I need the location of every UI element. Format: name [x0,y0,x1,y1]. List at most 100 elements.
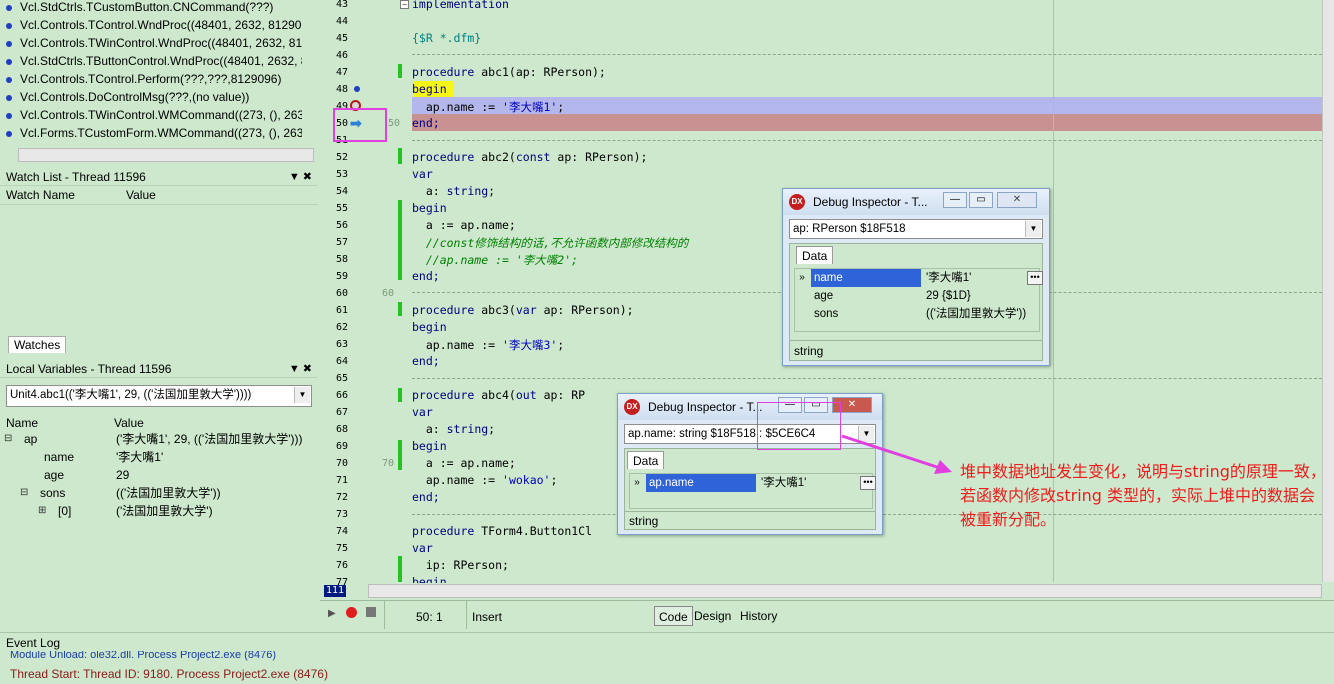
code-line-49: ap.name := '李大嘴1'; [412,100,565,114]
line-number: 44 [335,16,348,27]
line-number: 67 [335,407,348,418]
inspector-title-bar[interactable]: DX Debug Inspector - T... — ▭ ✕ [618,394,882,420]
fold-toggle-icon[interactable]: − [400,0,409,9]
local-var-row[interactable]: ⊟ sons (('法国加里敦大学')) [0,484,318,502]
local-var-value: '李大嘴1' [116,450,164,464]
local-vars-title: Local Variables - Thread 11596 ▼ ✖ [0,360,318,378]
annotation-text: 堆中数据地址发生变化，说明与string的原理一致，若函数内修改string 类… [960,462,1326,529]
event-log-title: Event Log [6,636,61,650]
inspector-title-bar[interactable]: DX Debug Inspector - T... — ▭ ✕ [783,189,1049,215]
close-button[interactable]: ✕ [997,192,1037,208]
annotation-arrow-icon [841,434,952,474]
inspector-field-name: sons [814,308,839,320]
ellipsis-button[interactable]: ••• [1027,271,1043,285]
pin-close-icons[interactable]: ▼ ✖ [289,168,312,186]
inspector-row[interactable]: name '李大嘴1' [811,269,1025,287]
gutter-mark-70: 70 [382,458,395,469]
line-number: 54 [335,186,348,197]
code-line-70: a := ap.name; [412,456,516,470]
stop-icon[interactable] [366,607,376,617]
code-line-55: begin [412,201,447,215]
maximize-button[interactable]: ▭ [969,192,993,208]
tab-data[interactable]: Data [627,451,665,469]
line-number: 58 [335,254,348,265]
local-vars-frame-select[interactable]: Unit4.abc1(('李大嘴1', 29, (('法国加里敦大学')))) … [6,385,312,407]
code-line-68: a: string; [412,422,496,436]
line-number: 57 [335,237,348,248]
local-var-name: [0] [58,504,72,518]
tab-design[interactable]: Design [690,606,735,626]
tab-history[interactable]: History [736,606,781,626]
inspector-field-value: 29 {$1D} [926,290,971,302]
tree-expander-icon[interactable]: ⊟ [20,484,28,502]
inspector-expression-select[interactable]: ap: RPerson $18F518 ▼ [789,219,1043,239]
editor-hscrollbar[interactable] [368,584,1322,598]
call-stack-item-label: Vcl.Controls.DoControlMsg(???,(no value)… [20,90,250,104]
code-line-43: implementation [412,0,509,11]
code-line-67: var [412,405,433,419]
line-number: 46 [335,50,348,61]
local-var-value: (('法国加里敦大学')) [116,486,221,500]
stack-frame-dot-icon [6,130,12,137]
inspector-row[interactable]: sons (('法国加里敦大学')) [811,305,1026,323]
local-var-row[interactable]: name '李大嘴1' [0,448,318,466]
call-stack-item[interactable]: Vcl.Controls.TWinControl.WMCommand((273,… [6,106,302,124]
debug-inspector-window-1: DX Debug Inspector - T... — ▭ ✕ ap: RPer… [782,188,1050,366]
dx-logo-icon: DX [624,399,640,415]
tab-watches[interactable]: Watches [8,336,67,353]
code-line-58: //ap.name := '李大嘴2'; [412,253,579,267]
local-var-row[interactable]: ⊞ [0] ('法国加里敦大学') [0,502,318,520]
line-number: 45 [335,33,348,44]
inspector-row[interactable]: ap.name '李大嘴1' [646,474,860,492]
call-stack-item[interactable]: Vcl.Controls.TWinControl.WndProc((48401,… [6,34,302,52]
line-number: 74 [335,526,348,537]
breakpoint-dot-icon[interactable] [354,86,360,92]
pin-close-icons[interactable]: ▼ ✖ [289,360,312,378]
code-line-57: //const修饰结构的话,不允许函数内部修改结构的 [412,236,689,250]
chevron-down-icon[interactable]: ▼ [1025,221,1041,237]
code-line-50: end; [412,116,440,130]
local-var-row[interactable]: ⊟ ap ('李大嘴1', 29, (('法国加里敦大学'))) [0,430,318,448]
minimize-button[interactable]: — [943,192,967,208]
call-stack-item[interactable]: Vcl.StdCtrls.TButtonControl.WndProc((484… [6,52,302,70]
code-line-63: ap.name := '李大嘴3'; [412,338,565,352]
play-icon[interactable]: ▶ [328,608,336,619]
breakpoint-line-highlight [412,114,1322,131]
call-stack-item[interactable]: Vcl.Forms.TCustomForm.WMCommand((273, ()… [6,124,302,142]
chevron-down-icon[interactable]: ▼ [294,387,310,403]
call-stack-item-label: Vcl.Controls.TControl.Perform(???,???,81… [20,72,282,86]
call-stack-scrollbar[interactable] [18,148,314,162]
local-var-value: ('李大嘴1', 29, (('法国加里敦大学'))) [116,432,303,446]
stack-frame-dot-icon [6,112,12,119]
line-number: 68 [335,424,348,435]
code-line-75: var [412,541,433,555]
locals-col-value: Value [114,416,144,430]
insert-mode: Insert [472,610,503,624]
call-stack-item[interactable]: Vcl.StdCtrls.TCustomButton.CNCommand(???… [6,0,302,16]
call-stack-item[interactable]: Vcl.Controls.DoControlMsg(???,(no value)… [6,88,302,106]
stack-frame-dot-icon [6,22,12,29]
inspector-row[interactable]: age 29 {$1D} [811,287,1025,305]
call-stack-item[interactable]: Vcl.Controls.TControl.Perform(???,???,81… [6,70,302,88]
tree-expander-icon[interactable]: ⊟ [4,430,12,448]
local-var-name: sons [40,486,66,500]
line-number: 63 [335,339,348,350]
local-var-name: age [44,468,65,482]
line-number: 43 [335,0,348,10]
code-line-74: procedure TForm4.Button1Cl [412,524,593,538]
code-line-54: a: string; [412,184,496,198]
local-var-value: ('法国加里敦大学') [116,504,213,518]
line-number: 69 [335,441,348,452]
tree-expander-icon[interactable]: ⊞ [38,502,46,520]
tab-data[interactable]: Data [796,246,834,264]
tab-code[interactable]: Code [654,606,693,626]
code-line-69: begin [412,439,447,453]
local-var-row[interactable]: age 29 [0,466,318,484]
line-number: 56 [335,220,348,231]
call-stack-item-label: Vcl.Controls.TControl.WndProc((48401, 26… [20,18,302,32]
record-icon[interactable] [346,607,357,618]
line-number: 70 [335,458,348,469]
call-stack-item[interactable]: Vcl.Controls.TControl.WndProc((48401, 26… [6,16,302,34]
code-line-72: end; [412,490,440,504]
line-number: 53 [335,169,348,180]
